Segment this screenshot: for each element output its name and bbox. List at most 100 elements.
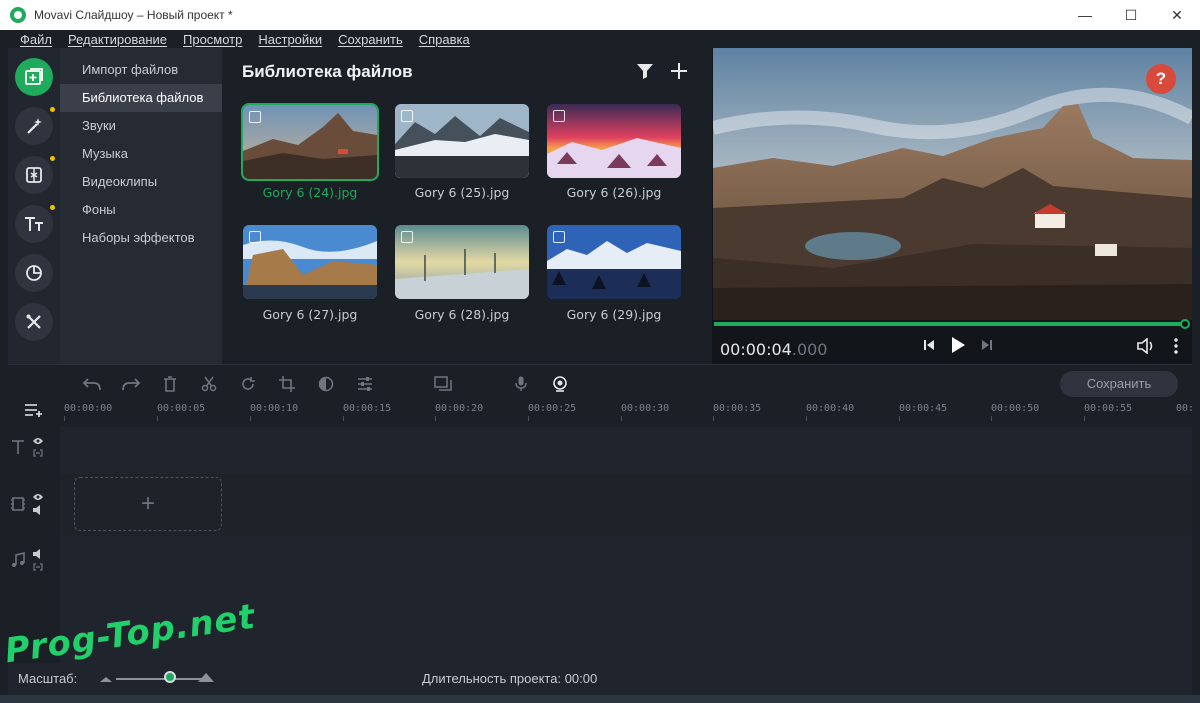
import-icon — [25, 68, 43, 85]
transitions-button[interactable] — [15, 156, 55, 194]
file-thumbnail[interactable] — [395, 104, 529, 178]
ruler-tick: 00:00:00 — [64, 403, 113, 421]
ruler-tick: 00:01:00 — [1176, 403, 1192, 414]
category-file-library[interactable]: Библиотека файлов — [60, 84, 222, 112]
file-name: Gory 6 (25).jpg — [414, 185, 510, 200]
category-videoclips[interactable]: Видеоклипы — [60, 168, 222, 196]
visibility-icon[interactable] — [32, 437, 44, 445]
image-type-icon — [249, 111, 261, 123]
visibility-icon[interactable] — [32, 493, 44, 501]
category-panel: Импорт файлов Библиотека файлов Звуки Му… — [60, 48, 222, 364]
image-type-icon — [249, 231, 261, 243]
category-sounds[interactable]: Звуки — [60, 112, 222, 140]
cut-icon[interactable] — [201, 376, 217, 392]
webcam-icon[interactable] — [552, 376, 568, 392]
time-ruler: 00:00:00 00:00:05 00:00:10 00:00:15 00:0… — [64, 403, 1192, 427]
video-track-icon — [11, 497, 25, 511]
notification-dot — [50, 107, 55, 112]
menu-edit[interactable]: Редактирование — [68, 32, 167, 47]
preview-image — [713, 48, 1192, 320]
maximize-button[interactable]: ☐ — [1108, 0, 1154, 30]
undo-icon[interactable] — [82, 376, 102, 392]
menu-settings[interactable]: Настройки — [258, 32, 322, 47]
file-name: Gory 6 (26).jpg — [566, 185, 662, 200]
magic-wand-icon — [27, 118, 42, 134]
file-thumbnail[interactable] — [243, 225, 377, 299]
redo-icon[interactable] — [121, 376, 141, 392]
add-media-dropzone[interactable]: + — [74, 477, 222, 531]
delete-icon[interactable] — [163, 376, 177, 392]
title-track[interactable] — [60, 427, 1192, 474]
file-thumbnail[interactable] — [395, 225, 529, 299]
ruler-tick: 00:00:15 — [343, 403, 392, 421]
tools-button[interactable] — [15, 303, 53, 341]
crop-icon[interactable] — [278, 376, 295, 392]
link-icon[interactable] — [32, 563, 44, 571]
link-icon[interactable] — [32, 449, 44, 457]
ruler-tick: 00:00:40 — [806, 403, 855, 421]
ruler-tick: 00:00:45 — [899, 403, 948, 421]
category-import-files[interactable]: Импорт файлов — [60, 56, 222, 84]
import-button[interactable] — [15, 58, 53, 96]
volume-icon[interactable] — [1136, 338, 1156, 354]
filter-icon[interactable] — [636, 62, 654, 80]
clip-properties-icon[interactable] — [357, 376, 373, 392]
playback-progress[interactable] — [714, 322, 1186, 326]
ruler-tick: 00:00:25 — [528, 403, 577, 421]
timecode-main: 00:00:04 — [720, 340, 792, 359]
ruler-tick: 00:00:50 — [991, 403, 1040, 421]
menu-file[interactable]: Файл — [20, 32, 52, 47]
zoom-in-icon[interactable] — [198, 671, 214, 682]
menu-bar: Файл Редактирование Просмотр Настройки С… — [0, 30, 1200, 48]
category-backgrounds[interactable]: Фоны — [60, 196, 222, 224]
previous-frame-icon[interactable] — [922, 338, 936, 352]
file-name: Gory 6 (24).jpg — [262, 185, 358, 200]
playback-progress-handle[interactable] — [1180, 319, 1190, 329]
project-duration: Длительность проекта: 00:00 — [422, 671, 597, 686]
close-button[interactable]: ✕ — [1154, 0, 1200, 30]
microphone-icon[interactable] — [514, 376, 527, 392]
more-options-icon[interactable] — [1174, 338, 1178, 354]
help-button[interactable]: ? — [1146, 64, 1176, 94]
add-icon[interactable] — [670, 62, 688, 80]
volume-icon[interactable] — [32, 505, 44, 515]
zoom-out-icon[interactable] — [100, 674, 112, 682]
menu-view[interactable]: Просмотр — [183, 32, 242, 47]
menu-help[interactable]: Справка — [419, 32, 470, 47]
image-type-icon — [401, 110, 413, 122]
titles-button[interactable] — [15, 205, 55, 243]
add-track-icon[interactable] — [24, 403, 44, 417]
window-title: Movavi Слайдшоу – Новый проект * — [34, 8, 233, 22]
preview-panel: ? 00:00:04.000 — [712, 48, 1192, 364]
file-thumbnail[interactable] — [241, 103, 379, 181]
notification-dot — [50, 205, 55, 210]
color-adjust-icon[interactable] — [318, 376, 334, 392]
music-track-icon — [12, 552, 25, 567]
minimize-button[interactable]: — — [1062, 0, 1108, 30]
play-icon[interactable] — [950, 336, 966, 354]
rotate-icon[interactable] — [240, 376, 256, 392]
category-music[interactable]: Музыка — [60, 140, 222, 168]
plus-icon: + — [140, 490, 155, 517]
category-effect-sets[interactable]: Наборы эффектов — [60, 224, 222, 252]
video-track-controls — [10, 493, 44, 515]
volume-icon[interactable] — [32, 549, 44, 559]
magic-wand-button[interactable] — [15, 107, 55, 145]
titles-icon — [25, 217, 43, 231]
ruler-tick: 00:00:30 — [621, 403, 670, 421]
stickers-button[interactable] — [15, 254, 53, 292]
file-thumbnail[interactable] — [547, 225, 681, 299]
next-frame-icon[interactable] — [980, 338, 994, 352]
zoom-slider[interactable] — [116, 678, 206, 680]
save-button[interactable]: Сохранить — [1060, 371, 1178, 397]
video-track[interactable] — [60, 474, 1192, 536]
ruler-tick: 00:00:05 — [157, 403, 206, 421]
image-type-icon — [401, 231, 413, 243]
timeline-toolbar — [72, 373, 579, 395]
insert-clip-icon[interactable] — [433, 376, 452, 392]
app-window: Movavi Слайдшоу – Новый проект * — ☐ ✕ Ф… — [0, 0, 1200, 703]
menu-save[interactable]: Сохранить — [338, 32, 403, 47]
title-bar: Movavi Слайдшоу – Новый проект * — ☐ ✕ — [0, 0, 1200, 30]
file-thumbnail[interactable] — [547, 104, 681, 178]
zoom-slider-handle[interactable] — [164, 671, 176, 683]
